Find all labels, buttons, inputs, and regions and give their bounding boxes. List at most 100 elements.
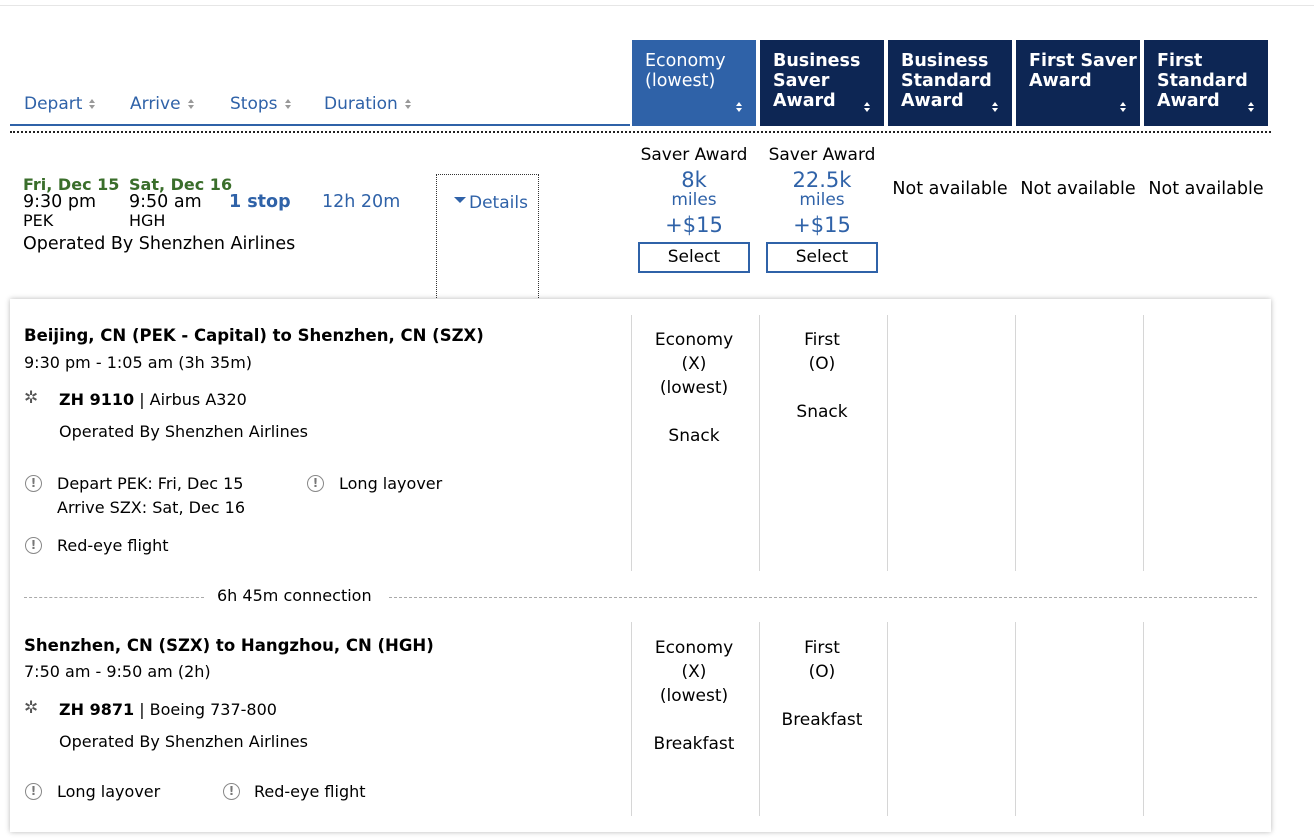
segment-2-cabin-first: First (O) Breakfast [758, 636, 886, 732]
cabin-name: First [804, 638, 840, 658]
segment-1-aircraft: | Airbus A320 [139, 390, 247, 409]
segment-1-cabin-first: First (O) Snack [758, 328, 886, 424]
dotted-divider [10, 131, 1271, 133]
details-label: Details [469, 193, 528, 213]
column-separator [887, 315, 888, 571]
segment-1-notice-depart: Depart PEK: Fri, Dec 15 [57, 474, 244, 493]
arrive-airport: HGH [129, 211, 166, 230]
segment-2-aircraft: | Boeing 737-800 [139, 700, 277, 719]
not-available-first-standard: Not available [1148, 179, 1264, 199]
cabin-meal: Snack [668, 426, 720, 446]
cabin-note: (lowest) [659, 378, 729, 398]
sort-depart-label: Depart [24, 94, 83, 114]
fare-col-first-saver[interactable]: First Saver Award [1016, 40, 1140, 126]
fare-tax: +$15 [793, 213, 851, 237]
fare-col-label: Standard [901, 71, 992, 91]
details-button[interactable]: Details [454, 193, 528, 213]
not-available-business-standard: Not available [892, 179, 1008, 199]
exclamation-circle-icon: ! [223, 783, 240, 800]
segment-1-notice-redeye: Red-eye flight [57, 536, 169, 555]
operated-by: Operated By Shenzhen Airlines [23, 234, 296, 254]
segment-1-cabin-economy: Economy (X) (lowest) Snack [630, 328, 758, 448]
segment-2-title: Shenzhen, CN (SZX) to Hangzhou, CN (HGH) [24, 636, 434, 655]
fare-col-label: Business [901, 51, 989, 71]
select-button-economy[interactable]: Select [638, 242, 750, 273]
connection-dash-right [389, 597, 1257, 598]
fare-cell-economy: Saver Award 8k miles +$15 Select [632, 145, 756, 273]
segment-2-notice-layover: Long layover [57, 782, 161, 801]
fare-unit: miles [671, 190, 717, 210]
sort-stops[interactable]: Stops [230, 94, 291, 114]
sort-depart[interactable]: Depart [24, 94, 96, 114]
header-underline [10, 124, 630, 126]
connection-dash-left [24, 597, 204, 598]
sort-arrows-icon [1248, 102, 1254, 112]
sort-arrows-icon [284, 99, 291, 109]
cabin-code: (X) [681, 354, 707, 374]
sort-duration[interactable]: Duration [324, 94, 411, 114]
cabin-spacer [630, 708, 758, 732]
column-separator [1143, 622, 1144, 816]
cabin-note: (lowest) [659, 686, 729, 706]
airline-star-icon: ✲ [24, 698, 39, 718]
cabin-meal: Snack [796, 402, 848, 422]
segment-1-flight-number: ZH 9110 [59, 390, 135, 409]
exclamation-circle-icon: ! [25, 537, 42, 554]
segment-2-notice-redeye: Red-eye flight [254, 782, 366, 801]
cabin-spacer [630, 400, 758, 424]
select-button-business-saver[interactable]: Select [766, 242, 878, 273]
column-separator [887, 622, 888, 816]
column-separator [1143, 315, 1144, 571]
cabin-code: (O) [808, 662, 836, 682]
top-divider [0, 5, 1314, 6]
sort-arrows-icon [736, 102, 742, 112]
cabin-code: (O) [808, 354, 836, 374]
cabin-name: Economy [654, 638, 734, 658]
fare-col-first-standard[interactable]: First Standard Award [1144, 40, 1268, 126]
not-available-first-saver: Not available [1020, 179, 1136, 199]
segment-2-flight: ZH 9871 | Boeing 737-800 [59, 700, 277, 719]
sort-stops-label: Stops [230, 94, 278, 114]
segment-1-operated-by: Operated By Shenzhen Airlines [59, 422, 308, 441]
fare-col-business-saver[interactable]: Business Saver Award [760, 40, 884, 126]
sort-arrows-icon [992, 102, 998, 112]
sort-arrows-icon [89, 99, 96, 109]
exclamation-circle-icon: ! [25, 475, 42, 492]
cabin-name: First [804, 330, 840, 350]
segment-1-title: Beijing, CN (PEK - Capital) to Shenzhen,… [24, 326, 484, 345]
column-separator [1015, 622, 1016, 816]
fare-miles: 8k [681, 168, 707, 192]
fare-col-label: Saver [773, 71, 830, 91]
sort-arrows-icon [187, 99, 194, 109]
sort-arrive-label: Arrive [130, 94, 181, 114]
segment-2-flight-number: ZH 9871 [59, 700, 135, 719]
fare-col-label: Business [773, 51, 861, 71]
airline-star-icon: ✲ [24, 388, 39, 408]
cabin-meal: Breakfast [653, 734, 735, 754]
fare-col-economy[interactable]: Economy (lowest) [632, 40, 756, 126]
fare-col-label: Award [1029, 71, 1092, 91]
details-toggle-frame: Details [436, 174, 539, 298]
sort-arrows-icon [1120, 102, 1126, 112]
segment-1-notice-layover: Long layover [339, 474, 443, 493]
fare-col-label: Standard [1157, 71, 1248, 91]
segment-2-operated-by: Operated By Shenzhen Airlines [59, 732, 308, 751]
segment-1-flight: ZH 9110 | Airbus A320 [59, 390, 247, 409]
cabin-name: Economy [654, 330, 734, 350]
stops-link[interactable]: 1 stop [229, 192, 291, 212]
cabin-code: (X) [681, 662, 707, 682]
exclamation-circle-icon: ! [25, 783, 42, 800]
segment-1-times: 9:30 pm - 1:05 am (3h 35m) [24, 353, 253, 372]
caret-down-icon [454, 197, 466, 203]
sort-arrows-icon [864, 102, 870, 112]
depart-airport: PEK [23, 211, 54, 230]
fare-col-label: First [1157, 51, 1203, 71]
fare-col-business-standard[interactable]: Business Standard Award [888, 40, 1012, 126]
fare-label: Saver Award [640, 145, 748, 165]
sort-arrive[interactable]: Arrive [130, 94, 194, 114]
depart-time: 9:30 pm [23, 192, 97, 212]
sort-duration-label: Duration [324, 94, 398, 114]
fare-unit: miles [799, 190, 845, 210]
sort-arrows-icon [404, 99, 411, 109]
cabin-meal: Breakfast [781, 710, 863, 730]
